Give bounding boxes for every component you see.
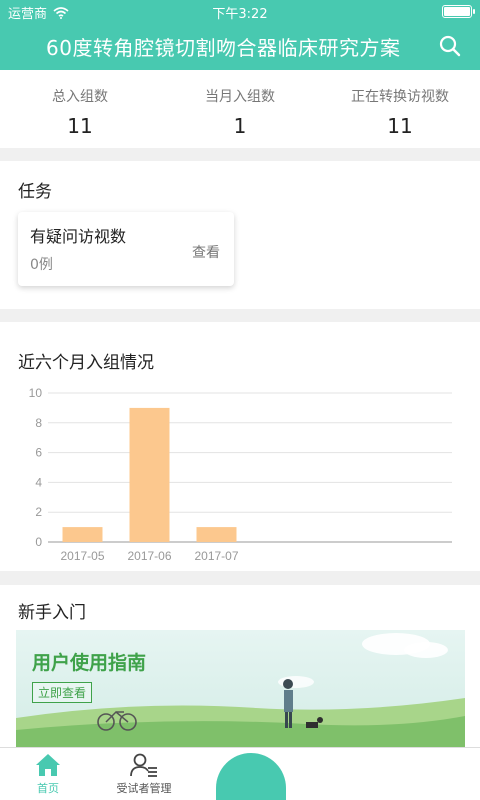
bar-2017-06 bbox=[129, 407, 170, 542]
tab-label: 受试者管理 bbox=[116, 782, 172, 795]
tasks-title: 任务 bbox=[18, 182, 52, 202]
task-name: 有疑问访视数 bbox=[30, 227, 127, 246]
stat-value: 1 bbox=[233, 114, 247, 138]
view-now-button[interactable]: 立即查看 bbox=[32, 682, 93, 703]
tab-home[interactable]: 首页 bbox=[8, 748, 88, 800]
tab-label: 首页 bbox=[37, 782, 59, 795]
task-card-questioned-visits[interactable]: 有疑问访视数 0例 查看 bbox=[18, 212, 234, 286]
y-tick-label: 8 bbox=[35, 416, 42, 430]
app-header: 运营商 下午3:22 60度转角腔镜切割吻合器临床研究方案 bbox=[0, 0, 480, 70]
stat-label: 总入组数 bbox=[52, 89, 108, 105]
enrollment-bar-chart: 0 2 4 6 8 10 2017-05 2017-06 2017-07 bbox=[29, 386, 452, 563]
tab-subjects[interactable]: 受试者管理 bbox=[104, 748, 184, 800]
stats-panel: 总入组数 11 当月入组数 1 正在转换访视数 11 bbox=[0, 70, 480, 148]
bar-2017-05 bbox=[62, 527, 103, 542]
user-guide-banner[interactable]: 用户使用指南 立即查看 bbox=[16, 630, 465, 750]
view-link[interactable]: 查看 bbox=[192, 242, 220, 262]
y-tick-label: 0 bbox=[35, 535, 42, 549]
y-tick-label: 4 bbox=[35, 475, 42, 489]
status-bar: 运营商 下午3:22 bbox=[0, 0, 480, 22]
stat-label: 当月入组数 bbox=[205, 89, 275, 105]
x-tick-label: 2017-05 bbox=[60, 549, 104, 563]
bar-2017-07 bbox=[196, 527, 237, 542]
user-list-icon bbox=[130, 753, 157, 777]
y-tick-label: 6 bbox=[35, 446, 42, 460]
stat-label: 正在转换访视数 bbox=[351, 89, 449, 105]
x-tick-label: 2017-06 bbox=[127, 549, 171, 563]
stat-converting-visits[interactable]: 正在转换访视数 11 bbox=[320, 70, 480, 148]
y-tick-label: 10 bbox=[29, 386, 43, 400]
search-icon[interactable] bbox=[438, 34, 462, 58]
stat-value: 11 bbox=[67, 114, 93, 138]
x-tick-label: 2017-07 bbox=[194, 549, 238, 563]
battery-icon bbox=[442, 5, 475, 18]
status-time: 下午3:22 bbox=[212, 7, 268, 22]
home-icon bbox=[36, 754, 60, 776]
enrollment-title: 近六个月入组情况 bbox=[18, 353, 154, 373]
stat-value: 11 bbox=[387, 114, 413, 138]
y-tick-label: 2 bbox=[35, 505, 42, 519]
task-count: 0例 bbox=[30, 257, 53, 273]
stat-month-enrolled[interactable]: 当月入组数 1 bbox=[160, 70, 320, 148]
stat-total-enrolled[interactable]: 总入组数 11 bbox=[0, 70, 160, 148]
guide-title: 新手入门 bbox=[18, 603, 86, 623]
page-title: 60度转角腔镜切割吻合器临床研究方案 bbox=[46, 36, 401, 60]
guide-banner-title: 用户使用指南 bbox=[32, 652, 147, 674]
